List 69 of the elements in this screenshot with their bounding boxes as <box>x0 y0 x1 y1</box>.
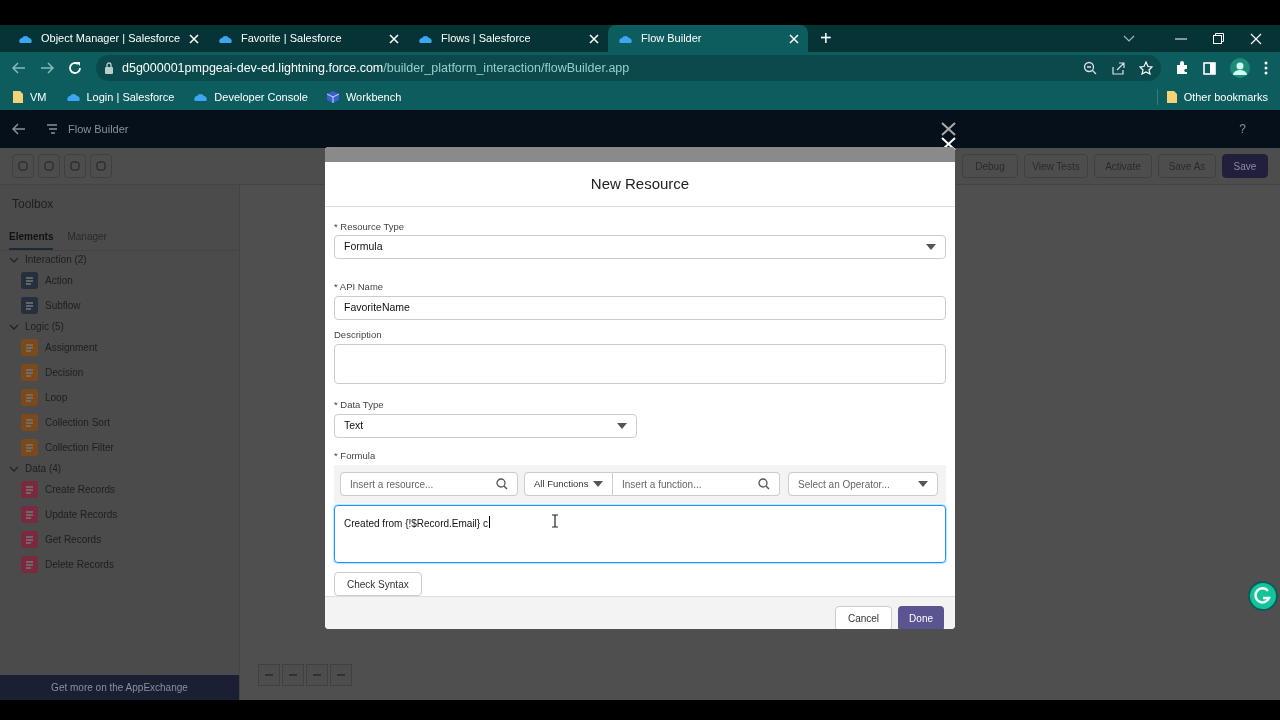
browser-tab[interactable]: Object Manager | Salesforce <box>8 25 208 52</box>
side-panel-icon[interactable] <box>1203 61 1216 75</box>
toolbar-button[interactable]: Save <box>1222 154 1268 178</box>
caret-down-icon <box>918 481 928 488</box>
browser-tab[interactable]: Favorite | Salesforce <box>208 25 408 52</box>
tab-title: Flow Builder <box>641 31 703 47</box>
field-label: * Formula <box>334 449 377 463</box>
bookmark[interactable]: Other bookmarks <box>1156 88 1268 106</box>
select-field[interactable]: Formula <box>334 235 946 260</box>
operator-dropdown[interactable]: Select an Operator... <box>788 472 938 497</box>
lock-icon <box>104 62 114 74</box>
caret-down-icon <box>926 244 936 251</box>
star-icon[interactable] <box>1139 61 1153 75</box>
field-label: Description <box>334 327 383 342</box>
bookmark[interactable]: Workbench <box>325 88 402 106</box>
close-icon[interactable] <box>941 122 956 136</box>
flow-icon <box>46 123 58 135</box>
functions-dropdown[interactable]: All Functions <box>524 472 613 497</box>
share-icon[interactable] <box>1111 61 1125 75</box>
tab-title: Favorite | Salesforce <box>241 31 343 47</box>
assistant-badge-icon[interactable] <box>1248 581 1278 611</box>
app-title: Flow Builder <box>68 121 129 137</box>
formula-text: Created from {!$Record.Email} c <box>344 517 488 532</box>
modal-title: New Resource <box>325 162 955 207</box>
bookmark[interactable]: Developer Console <box>192 88 308 106</box>
chevron-down-icon[interactable] <box>1123 34 1135 43</box>
field-label: * Resource Type <box>334 220 406 234</box>
back-icon[interactable] <box>12 123 26 135</box>
cube-icon <box>325 90 340 104</box>
browser-tab[interactable]: Flow Builder <box>608 25 808 52</box>
browser-tab[interactable]: Flows | Salesforce <box>408 25 608 52</box>
cancel-button[interactable]: Cancel <box>834 605 893 629</box>
search-field[interactable]: Insert a resource... <box>340 472 518 497</box>
select-field[interactable]: Text <box>334 414 637 438</box>
bookmark[interactable]: VM <box>12 88 47 106</box>
address-bar[interactable]: d5g000001pmpgeai-dev-ed.lightning.force.com/builder_platform_interaction/flowBuilder.app <box>96 55 1161 81</box>
back-icon[interactable] <box>12 62 26 74</box>
cloud-icon <box>64 91 81 103</box>
caret-down-icon <box>593 481 603 488</box>
puzzle-icon[interactable] <box>1175 61 1189 75</box>
minimize-icon[interactable] <box>1175 37 1187 40</box>
new-tab-button[interactable]: + <box>820 25 832 52</box>
caret-down-icon <box>617 423 627 429</box>
forward-icon[interactable] <box>40 62 54 74</box>
text-cursor-icon <box>551 514 558 529</box>
zoom-out-icon[interactable] <box>1083 61 1097 75</box>
search-icon <box>496 478 508 491</box>
reload-icon[interactable] <box>68 61 82 75</box>
folder-icon <box>12 90 24 104</box>
kebab-menu-icon[interactable] <box>1264 61 1268 75</box>
formula-editor[interactable]: Created from {!$Record.Email} c <box>334 505 946 564</box>
avatar-icon[interactable] <box>1230 58 1250 78</box>
folder-icon <box>1165 90 1178 104</box>
check-syntax-button[interactable]: Check Syntax <box>334 572 422 597</box>
search-icon <box>758 478 770 491</box>
field-label: * API Name <box>334 280 385 295</box>
done-button[interactable]: Done <box>898 605 944 629</box>
search-field[interactable]: Insert a function... <box>613 472 780 497</box>
appexchange-link[interactable]: Get more on the AppExchange <box>0 675 239 700</box>
url-text: d5g000001pmpgeai-dev-ed.lightning.force.com/builder_platform_interaction/flowBuilder.app <box>122 59 630 77</box>
tab-title: Object Manager | Salesforce <box>41 31 181 47</box>
input-field[interactable]: FavoriteName <box>334 295 946 320</box>
bookmark[interactable]: Login | Salesforce <box>64 88 175 106</box>
tab-title: Flows | Salesforce <box>441 31 532 47</box>
field-label: * Data Type <box>334 397 385 412</box>
help-button[interactable]: ? <box>1239 120 1246 138</box>
description-field[interactable] <box>334 343 946 384</box>
restore-icon[interactable] <box>1213 33 1224 44</box>
cloud-icon <box>192 91 209 103</box>
